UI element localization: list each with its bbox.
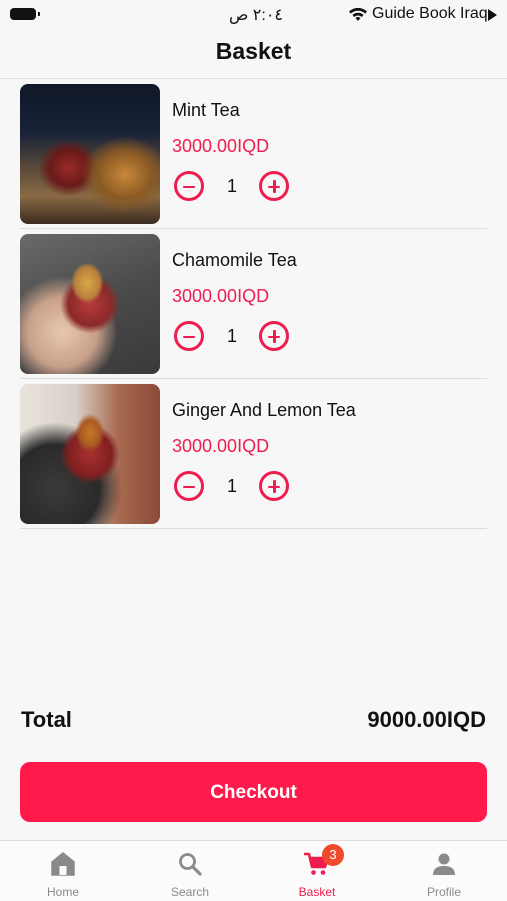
decrease-quantity-button[interactable] [174,321,204,351]
battery-icon [10,8,40,20]
tab-bar: Home Search Basket Profile [0,840,507,901]
increase-quantity-button[interactable] [259,171,289,201]
product-name: Mint Tea [172,100,240,120]
product-name: Ginger And Lemon Tea [172,400,356,420]
page-title: Basket [215,38,292,64]
person-icon [433,853,455,875]
status-time: ٢:٠٤ ص [228,7,284,24]
total-value: 9000.00IQD [367,707,486,732]
product-price: 3000.00IQD [172,436,270,456]
tab-basket[interactable]: Basket [254,841,380,901]
wifi-icon [349,7,367,21]
decrease-quantity-button[interactable] [174,171,204,201]
header: Basket [0,30,507,79]
product-image [20,234,160,374]
home-icon [51,852,75,876]
increase-quantity-button[interactable] [259,471,289,501]
checkout-button[interactable]: Checkout [20,762,487,822]
basket-item[interactable]: Ginger And Lemon Tea 3000.00IQD 1 [20,379,487,529]
quantity-value: 1 [226,476,237,496]
status-bar: ٢:٠٤ ص Guide Book Iraq [0,0,507,30]
tab-label: Basket [298,885,336,899]
quantity-value: 1 [226,326,237,346]
tab-label: Home [46,885,79,899]
tab-label: Search [170,885,210,899]
quantity-stepper: 1 [172,471,302,507]
product-image [20,84,160,224]
product-name: Chamomile Tea [172,250,297,270]
product-price: 3000.00IQD [172,136,270,156]
basket-list: Mint Tea 3000.00IQD 1 Chamomile Tea 3000… [0,79,507,529]
tab-profile[interactable]: Profile [381,841,507,901]
play-icon [488,9,497,21]
product-image [20,384,160,524]
decrease-quantity-button[interactable] [174,471,204,501]
quantity-stepper: 1 [172,321,302,357]
search-icon [179,853,202,876]
increase-quantity-button[interactable] [259,321,289,351]
quantity-value: 1 [226,176,237,196]
total-label: Total [21,707,72,732]
cart-count-badge: 3 [322,844,344,866]
tab-label: Profile [426,885,461,899]
tab-search[interactable]: Search [127,841,253,901]
tab-home[interactable]: Home [0,841,126,901]
quantity-stepper: 1 [172,171,302,207]
product-price: 3000.00IQD [172,286,270,306]
carrier-name: Guide Book Iraq [372,5,488,22]
basket-item[interactable]: Mint Tea 3000.00IQD 1 [20,79,487,229]
basket-item[interactable]: Chamomile Tea 3000.00IQD 1 [20,229,487,379]
